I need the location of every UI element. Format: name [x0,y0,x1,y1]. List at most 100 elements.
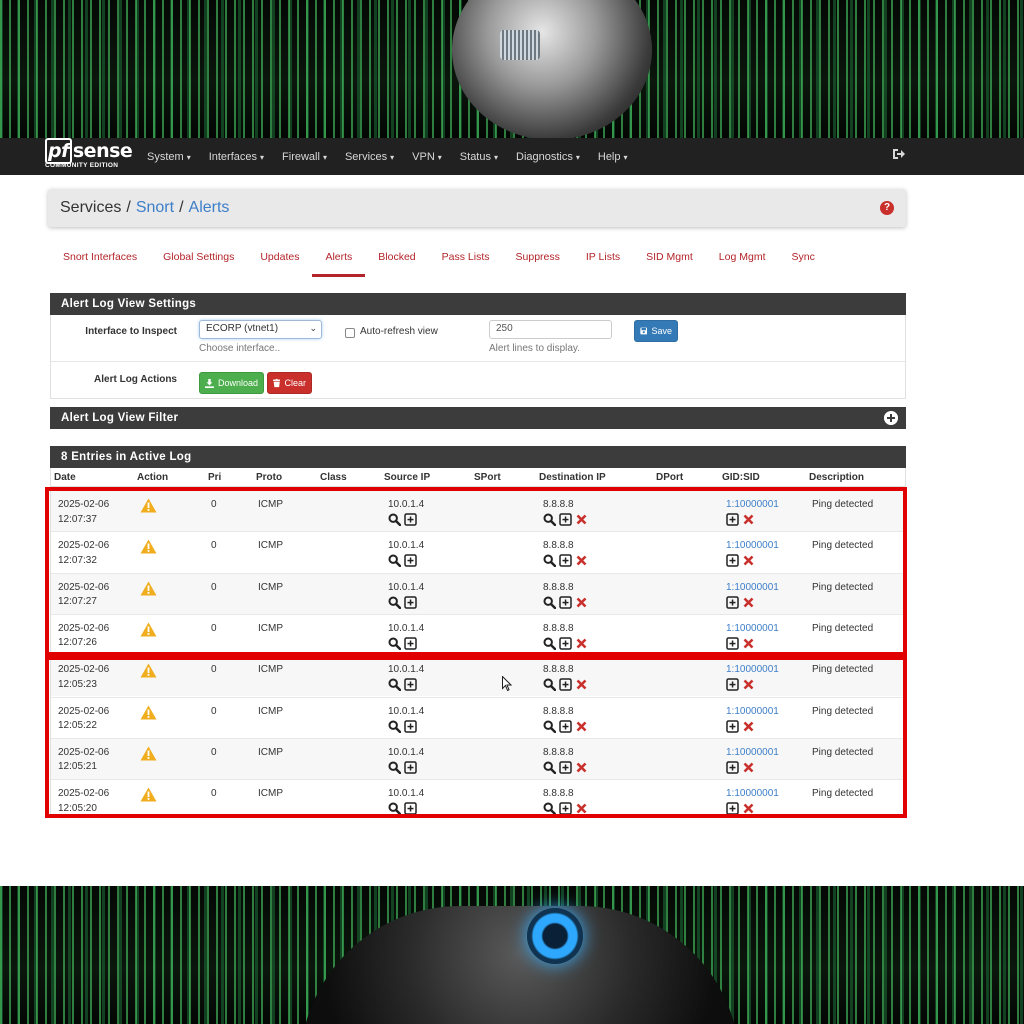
plus-square-icon[interactable] [726,802,739,815]
plus-square-icon[interactable] [559,761,572,774]
col-header-dport[interactable]: DPort [656,472,683,483]
remove-icon[interactable] [742,678,755,691]
remove-icon[interactable] [575,596,588,609]
remove-icon[interactable] [742,513,755,526]
plus-square-icon[interactable] [559,719,572,733]
nav-status[interactable]: Status ▾ [451,151,507,163]
plus-square-icon[interactable] [404,678,417,691]
tab-suppress[interactable]: Suppress [503,247,573,277]
remove-icon[interactable] [575,678,588,691]
plus-square-icon[interactable] [726,678,739,691]
question-circle-icon[interactable]: ? [880,201,894,215]
download-button[interactable]: Download [199,372,264,394]
tab-snort-interfaces[interactable]: Snort Interfaces [50,247,150,277]
plus-square-icon[interactable] [726,761,739,774]
plus-square-icon[interactable] [726,637,739,650]
plus-square-icon[interactable] [726,595,739,609]
remove-icon[interactable] [742,554,755,567]
col-header-gid-sid[interactable]: GID:SID [722,472,760,483]
plus-square-icon[interactable] [559,637,572,650]
remove-icon[interactable] [575,513,588,526]
plus-square-icon[interactable] [404,802,417,815]
col-header-class[interactable]: Class [320,472,347,483]
nav-firewall[interactable]: Firewall ▾ [273,151,336,163]
save-button[interactable]: Save [634,320,678,342]
search-icon[interactable] [388,719,401,733]
col-header-pri[interactable]: Pri [208,472,221,483]
search-icon[interactable] [543,637,556,650]
plus-square-icon[interactable] [404,719,417,733]
plus-square-icon[interactable] [404,513,417,526]
tab-sync[interactable]: Sync [778,247,827,277]
col-header-action[interactable]: Action [137,472,168,483]
col-header-date[interactable]: Date [54,472,76,483]
remove-icon[interactable] [575,720,588,733]
plus-square-icon[interactable] [404,595,417,609]
col-header-source-ip[interactable]: Source IP [384,472,430,483]
tab-ip-lists[interactable]: IP Lists [573,247,633,277]
search-icon[interactable] [543,554,556,568]
tab-updates[interactable]: Updates [247,247,312,277]
tab-blocked[interactable]: Blocked [365,247,428,277]
plus-circle-icon[interactable] [884,411,898,425]
alert-gid-sid-link[interactable]: 1:10000001 [726,622,779,637]
tab-global-settings[interactable]: Global Settings [150,247,247,277]
alert-gid-sid-link[interactable]: 1:10000001 [726,705,779,720]
search-icon[interactable] [388,513,401,526]
plus-square-icon[interactable] [559,802,572,815]
alert-gid-sid-link[interactable]: 1:10000001 [726,746,779,761]
filter-panel-title[interactable]: Alert Log View Filter [50,407,906,429]
plus-square-icon[interactable] [404,637,417,650]
alert-gid-sid-link[interactable]: 1:10000001 [726,663,779,678]
alert-gid-sid-link[interactable]: 1:10000001 [726,581,779,596]
plus-square-icon[interactable] [559,678,572,691]
col-header-sport[interactable]: SPort [474,472,501,483]
search-icon[interactable] [388,637,401,650]
search-icon[interactable] [543,719,556,733]
plus-square-icon[interactable] [559,595,572,609]
remove-icon[interactable] [575,637,588,650]
plus-square-icon[interactable] [726,719,739,733]
nav-system[interactable]: System ▾ [138,151,200,163]
remove-icon[interactable] [742,596,755,609]
alert-gid-sid-link[interactable]: 1:10000001 [726,498,779,513]
tab-log-mgmt[interactable]: Log Mgmt [706,247,779,277]
tab-pass-lists[interactable]: Pass Lists [429,247,503,277]
remove-icon[interactable] [575,761,588,774]
search-icon[interactable] [543,761,556,774]
nav-diagnostics[interactable]: Diagnostics ▾ [507,151,589,163]
plus-square-icon[interactable] [559,554,572,568]
search-icon[interactable] [388,596,401,609]
nav-services[interactable]: Services ▾ [336,151,403,163]
plus-square-icon[interactable] [726,554,739,568]
search-icon[interactable] [543,802,556,816]
sign-out-icon[interactable] [892,147,906,161]
search-icon[interactable] [388,802,401,816]
alert-gid-sid-link[interactable]: 1:10000001 [726,539,779,554]
tab-sid-mgmt[interactable]: SID Mgmt [633,247,706,277]
alert-gid-sid-link[interactable]: 1:10000001 [726,787,779,802]
remove-icon[interactable] [742,802,755,815]
tab-alerts[interactable]: Alerts [312,247,366,277]
pfsense-logo[interactable]: pf sense COMMUNITY EDITION [45,138,133,172]
search-icon[interactable] [543,596,556,609]
search-icon[interactable] [388,554,401,568]
remove-icon[interactable] [575,554,588,567]
plus-square-icon[interactable] [726,513,739,526]
nav-vpn[interactable]: VPN ▾ [403,151,451,163]
search-icon[interactable] [543,513,556,526]
plus-square-icon[interactable] [404,761,417,774]
search-icon[interactable] [543,678,556,692]
breadcrumb-alerts-link[interactable]: Alerts [189,199,230,217]
col-header-proto[interactable]: Proto [256,472,282,483]
interface-select[interactable]: ECORP (vtnet1) ⌄ [199,320,322,339]
remove-icon[interactable] [742,761,755,774]
alert-lines-input[interactable]: 250 [489,320,612,339]
col-header-destination-ip[interactable]: Destination IP [539,472,606,483]
col-header-description[interactable]: Description [809,472,864,483]
nav-interfaces[interactable]: Interfaces ▾ [200,151,273,163]
nav-help[interactable]: Help ▾ [589,151,637,163]
search-icon[interactable] [388,678,401,692]
breadcrumb-snort-link[interactable]: Snort [136,199,174,217]
remove-icon[interactable] [742,637,755,650]
